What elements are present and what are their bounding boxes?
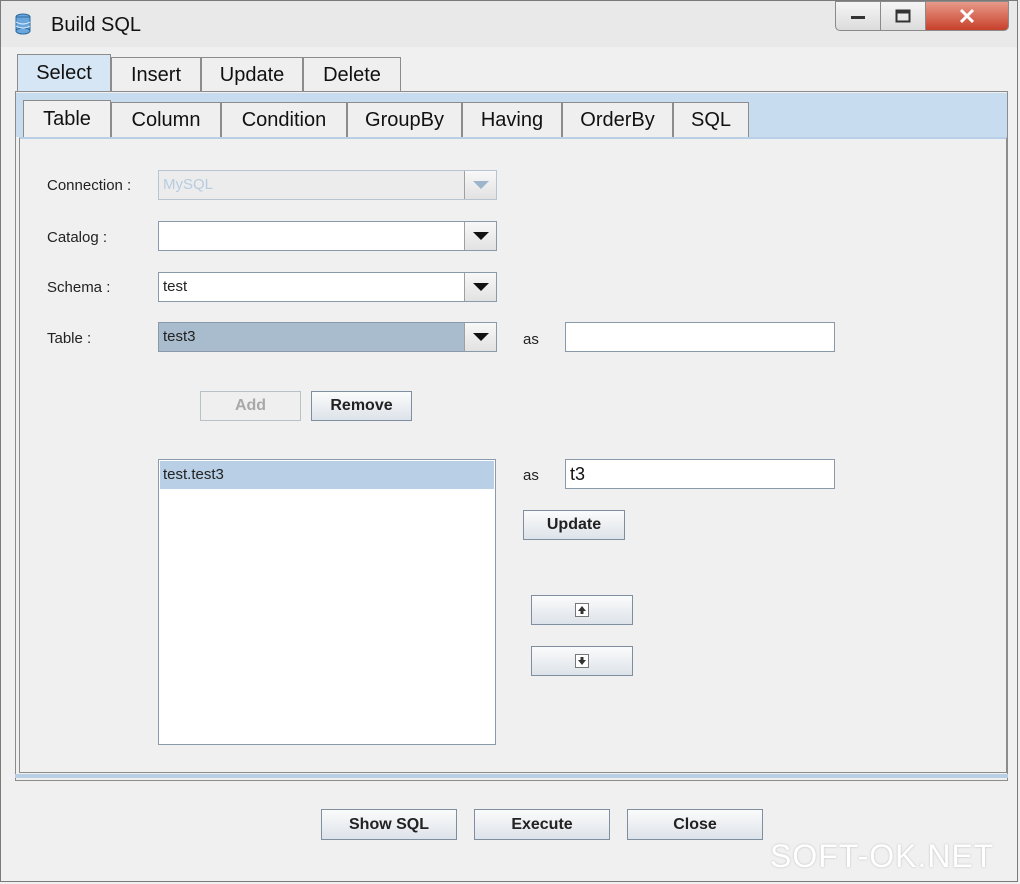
database-icon	[15, 13, 31, 35]
schema-value: test	[163, 278, 188, 295]
selected-tables-list[interactable]: test.test3	[158, 459, 496, 745]
connection-value: MySQL	[163, 176, 214, 193]
tab-orderby[interactable]: OrderBy	[562, 102, 673, 137]
arrow-up-icon	[575, 603, 589, 617]
chevron-down-icon[interactable]	[464, 222, 496, 250]
catalog-select[interactable]	[158, 221, 497, 251]
tab-column[interactable]: Column	[111, 102, 221, 137]
tab-label: Insert	[130, 63, 182, 86]
tab-groupby[interactable]: GroupBy	[347, 102, 462, 137]
table-select[interactable]: test3	[158, 322, 497, 352]
close-icon	[959, 8, 975, 24]
table-value: test3	[163, 328, 196, 345]
table-alias-input[interactable]	[565, 322, 835, 352]
watermark: SOFT-OK.NET	[770, 838, 995, 874]
table-label: Table :	[47, 330, 92, 347]
tab-label: Update	[219, 63, 285, 86]
minimize-button[interactable]	[835, 1, 881, 31]
window-title: Build SQL	[51, 14, 142, 36]
tab-delete[interactable]: Delete	[303, 57, 401, 92]
move-down-button[interactable]	[531, 646, 633, 676]
tab-label: OrderBy	[580, 108, 655, 131]
tab-sql[interactable]: SQL	[673, 102, 749, 137]
chevron-down-icon[interactable]	[464, 323, 496, 351]
minimize-icon	[851, 16, 865, 19]
tab-insert[interactable]: Insert	[111, 57, 201, 92]
connection-label: Connection :	[47, 177, 132, 194]
catalog-label: Catalog :	[47, 229, 108, 246]
tab-label: Condition	[241, 108, 327, 131]
chevron-down-icon[interactable]	[464, 273, 496, 301]
maximize-icon	[895, 9, 911, 23]
connection-select: MySQL	[158, 170, 497, 200]
tab-select[interactable]: Select	[17, 54, 111, 92]
schema-select[interactable]: test	[158, 272, 497, 302]
selected-alias-label: as	[523, 467, 539, 484]
table-alias-label: as	[523, 331, 539, 348]
tab-condition[interactable]: Condition	[221, 102, 347, 137]
execute-button[interactable]: Execute	[474, 809, 610, 840]
panel-divider	[15, 774, 1008, 778]
tab-table[interactable]: Table	[23, 100, 111, 138]
tab-label: Delete	[323, 63, 381, 86]
build-sql-window: Build SQL Select Insert Update Delete Ta…	[0, 0, 1018, 882]
tab-label: Having	[480, 108, 544, 131]
tab-label: Select	[36, 62, 92, 84]
tab-having[interactable]: Having	[462, 102, 562, 137]
close-window-button[interactable]	[925, 1, 1009, 31]
selected-alias-input[interactable]	[565, 459, 835, 489]
schema-label: Schema :	[47, 279, 111, 296]
tab-label: GroupBy	[365, 108, 444, 131]
tab-label: Table	[43, 108, 91, 130]
tab-update[interactable]: Update	[201, 57, 303, 92]
tab-label: SQL	[690, 108, 732, 131]
add-button[interactable]: Add	[200, 391, 301, 421]
arrow-down-icon	[575, 654, 589, 668]
close-button[interactable]: Close	[627, 809, 763, 840]
chevron-down-icon	[464, 171, 496, 199]
move-up-button[interactable]	[531, 595, 633, 625]
list-item[interactable]: test.test3	[160, 461, 494, 489]
show-sql-button[interactable]: Show SQL	[321, 809, 457, 840]
title-bar[interactable]: Build SQL	[1, 1, 1017, 47]
tab-label: Column	[131, 108, 201, 131]
update-button[interactable]: Update	[523, 510, 625, 540]
maximize-button[interactable]	[880, 1, 926, 31]
remove-button[interactable]: Remove	[311, 391, 412, 421]
